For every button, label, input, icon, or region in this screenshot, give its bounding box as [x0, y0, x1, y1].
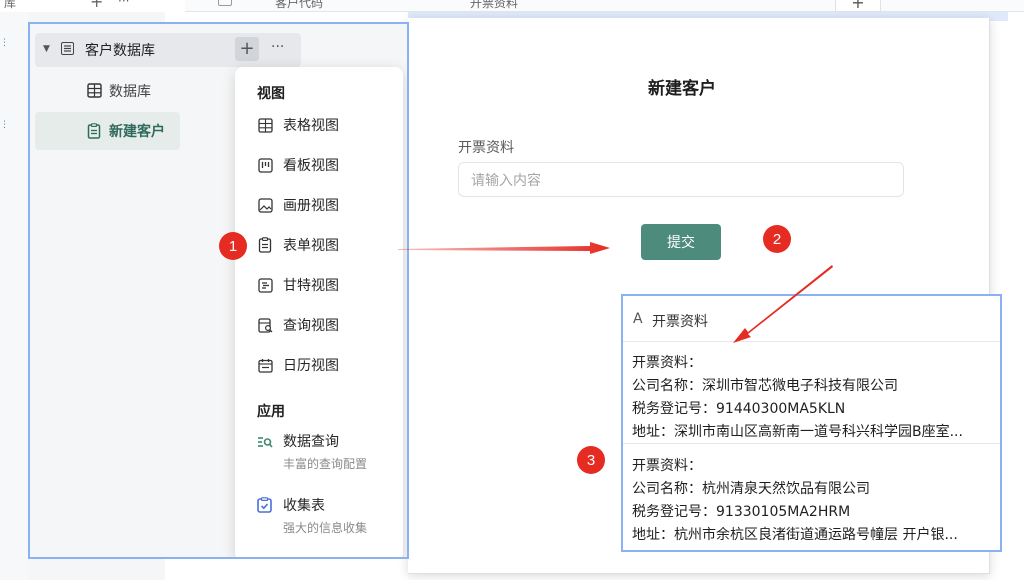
step-badge-3: 3 — [577, 446, 605, 474]
step-badge-2: 2 — [763, 225, 791, 253]
annotation-arrows — [398, 242, 833, 343]
arrow-to-submit — [398, 242, 610, 254]
arrow-to-popup — [733, 265, 833, 343]
step-badge-1: 1 — [219, 232, 247, 260]
